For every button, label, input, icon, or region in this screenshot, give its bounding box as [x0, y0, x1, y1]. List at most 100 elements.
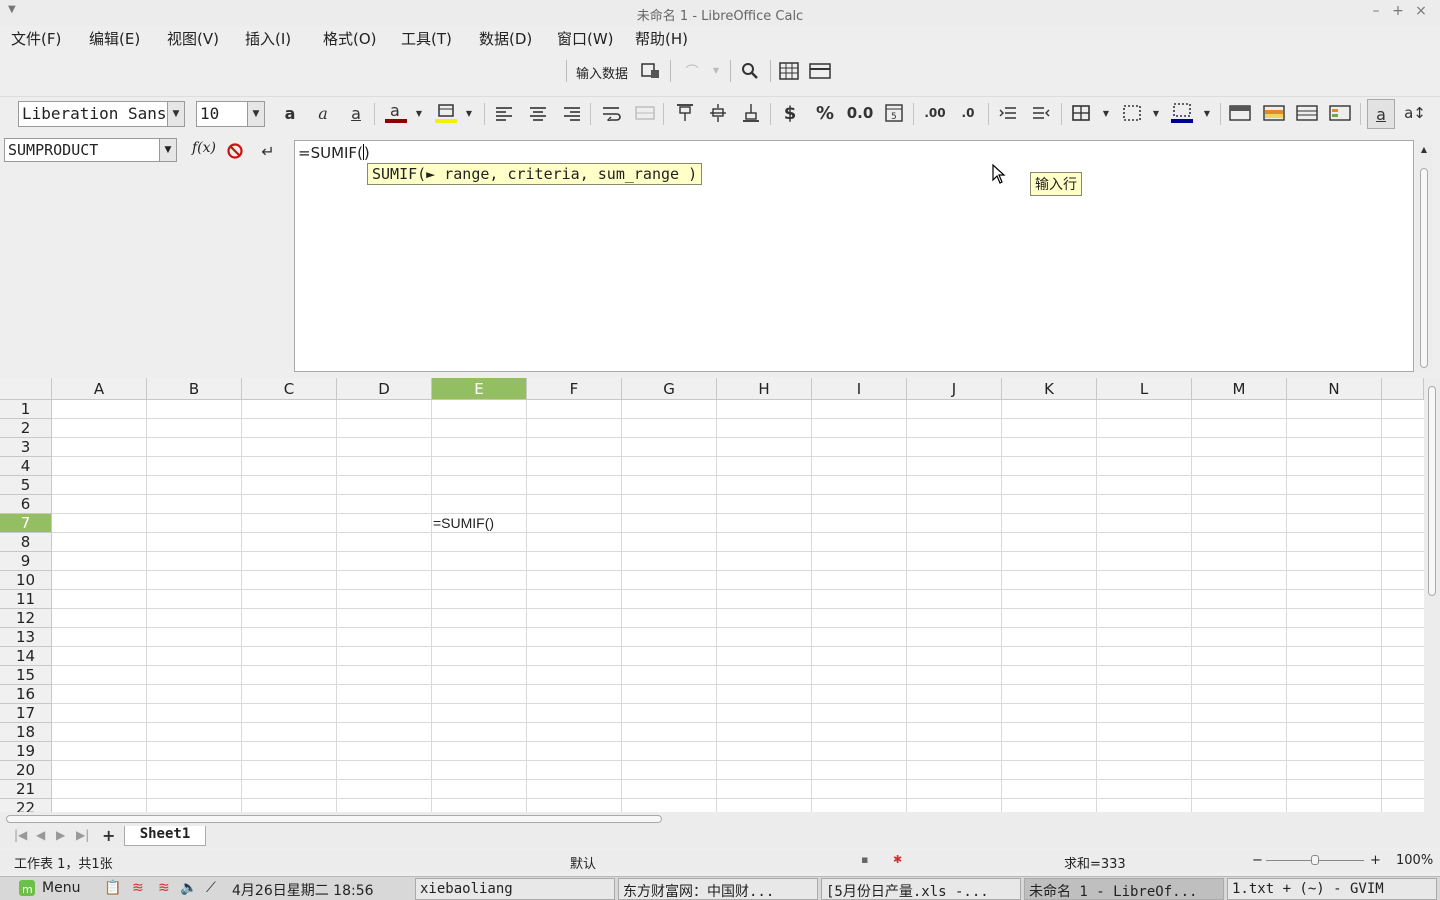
- row-header-22[interactable]: 22: [0, 799, 52, 812]
- font-name-field[interactable]: Liberation Sans: [18, 101, 168, 127]
- app-launcher-icon-2[interactable]: ≋: [158, 880, 170, 896]
- row-header-21[interactable]: 21: [0, 780, 52, 799]
- grid-horizontal-scrollbar[interactable]: [0, 812, 1440, 826]
- maximize-icon[interactable]: +: [1389, 3, 1407, 19]
- row-header-13[interactable]: 13: [0, 628, 52, 647]
- name-box-dropdown-icon[interactable]: ▼: [159, 138, 177, 162]
- search-icon[interactable]: [739, 60, 761, 82]
- align-left-icon[interactable]: [492, 101, 516, 125]
- task-production-xls[interactable]: [5月份日产量.xls -...: [821, 878, 1021, 900]
- row-header-10[interactable]: 10: [0, 571, 52, 590]
- border-color-dropdown-icon[interactable]: ▼: [1200, 101, 1214, 125]
- undo-dropdown-icon[interactable]: ▼: [710, 62, 722, 78]
- select-all-corner[interactable]: [0, 378, 52, 400]
- row-header-12[interactable]: 12: [0, 609, 52, 628]
- wrap-text-icon[interactable]: [600, 101, 624, 125]
- conditional-format-icon[interactable]: [1228, 101, 1252, 125]
- first-sheet-icon[interactable]: |◀: [14, 828, 27, 842]
- increase-indent-icon[interactable]: [996, 101, 1020, 125]
- font-size-dropdown-icon[interactable]: ▼: [247, 101, 265, 127]
- row-header-5[interactable]: 5: [0, 476, 52, 495]
- align-middle-icon[interactable]: [706, 101, 730, 125]
- borders-dropdown-icon[interactable]: ▼: [1099, 101, 1113, 125]
- currency-icon[interactable]: $: [778, 101, 802, 125]
- column-header-i[interactable]: I: [812, 378, 907, 400]
- sum-display[interactable]: 求和=333: [1064, 853, 1126, 872]
- menu-data[interactable]: 数据(D): [479, 28, 532, 49]
- asian-phonetic-icon[interactable]: a: [1367, 99, 1395, 129]
- row-header-1[interactable]: 1: [0, 400, 52, 419]
- highlight-dropdown-icon[interactable]: ▼: [462, 101, 476, 125]
- align-right-icon[interactable]: [560, 101, 584, 125]
- align-top-icon[interactable]: [673, 101, 697, 125]
- task-libreoffice-calc[interactable]: 未命名 1 - LibreOf...: [1024, 878, 1224, 900]
- menu-insert[interactable]: 插入(I): [245, 28, 291, 49]
- spreadsheet-grid[interactable]: A B C D E F G H I J K L M N 1 2 3 4 5 6 7 8 9 10 11 12 13 14 15 16 17 1…: [0, 378, 1440, 812]
- row-header-9[interactable]: 9: [0, 552, 52, 571]
- formula-input[interactable]: =SUMIF() SUMIF(► range, criteria, sum_ra…: [294, 140, 1414, 372]
- zoom-level[interactable]: 100%: [1396, 853, 1433, 868]
- font-color-icon[interactable]: a: [384, 101, 408, 125]
- cell-e7[interactable]: =SUMIF(): [433, 515, 494, 531]
- merge-cells-icon[interactable]: [633, 101, 657, 125]
- menu-format[interactable]: 格式(O): [323, 28, 377, 49]
- volume-icon[interactable]: 🔈: [180, 880, 197, 896]
- bold-icon[interactable]: a: [278, 101, 302, 125]
- files-icon[interactable]: 📋: [104, 880, 121, 896]
- task-gvim[interactable]: 1.txt + (~) - GVIM: [1227, 878, 1437, 900]
- menu-window[interactable]: 窗口(W): [557, 28, 614, 49]
- borders-icon[interactable]: [1069, 101, 1093, 125]
- menu-help[interactable]: 帮助(H): [635, 28, 688, 49]
- add-decimal-icon[interactable]: .00: [922, 101, 948, 125]
- clock[interactable]: 4月26日星期二 18:56: [232, 880, 374, 900]
- menu-file[interactable]: 文件(F): [11, 28, 61, 49]
- zoom-out-icon[interactable]: −: [1252, 853, 1263, 868]
- formula-scrollbar[interactable]: ▲: [1416, 140, 1432, 372]
- italic-icon[interactable]: a: [311, 101, 335, 125]
- font-color-dropdown-icon[interactable]: ▼: [412, 101, 426, 125]
- column-header-l[interactable]: L: [1097, 378, 1192, 400]
- task-eastmoney[interactable]: 东方财富网：中国财...: [618, 878, 818, 900]
- menu-icon[interactable]: m: [18, 879, 36, 900]
- column-header-e[interactable]: E: [432, 378, 527, 400]
- headers-icon[interactable]: [808, 60, 832, 82]
- column-header-m[interactable]: M: [1192, 378, 1287, 400]
- menu-label[interactable]: Menu: [42, 880, 80, 896]
- add-sheet-icon[interactable]: +: [102, 826, 115, 845]
- row-header-20[interactable]: 20: [0, 761, 52, 780]
- row-header-15[interactable]: 15: [0, 666, 52, 685]
- underline-icon[interactable]: a: [344, 101, 368, 125]
- column-header-c[interactable]: C: [242, 378, 337, 400]
- border-color-icon[interactable]: [1170, 101, 1194, 125]
- menu-edit[interactable]: 编辑(E): [89, 28, 140, 49]
- task-xiebaoliang[interactable]: xiebaoliang: [415, 878, 615, 900]
- selection-mode-icon[interactable]: ▪: [861, 853, 868, 866]
- next-sheet-icon[interactable]: ▶: [56, 828, 65, 842]
- icon-set-icon[interactable]: [1328, 101, 1352, 125]
- column-header-a[interactable]: A: [52, 378, 147, 400]
- row-header-19[interactable]: 19: [0, 742, 52, 761]
- last-sheet-icon[interactable]: ▶|: [76, 828, 89, 842]
- zoom-in-icon[interactable]: +: [1370, 853, 1381, 868]
- form-icon[interactable]: [640, 60, 662, 82]
- delete-decimal-icon[interactable]: .0: [955, 101, 981, 125]
- color-scale-icon[interactable]: [1262, 101, 1286, 125]
- decrease-indent-icon[interactable]: [1029, 101, 1053, 125]
- row-header-17[interactable]: 17: [0, 704, 52, 723]
- align-bottom-icon[interactable]: [739, 101, 763, 125]
- row-header-6[interactable]: 6: [0, 495, 52, 514]
- date-format-icon[interactable]: 5: [882, 101, 906, 125]
- menu-view[interactable]: 视图(V): [167, 28, 219, 49]
- row-header-2[interactable]: 2: [0, 419, 52, 438]
- function-wizard-icon[interactable]: f(x): [192, 140, 216, 156]
- grid-scrollbar-thumb[interactable]: [1428, 386, 1436, 596]
- border-style-dropdown-icon[interactable]: ▼: [1149, 101, 1163, 125]
- minimize-icon[interactable]: –: [1367, 3, 1385, 19]
- row-header-8[interactable]: 8: [0, 533, 52, 552]
- scroll-up-icon[interactable]: ▲: [1419, 142, 1429, 156]
- font-name-dropdown-icon[interactable]: ▼: [167, 101, 185, 127]
- column-header-n[interactable]: N: [1287, 378, 1382, 400]
- grid-icon[interactable]: [778, 60, 800, 82]
- column-header-d[interactable]: D: [337, 378, 432, 400]
- row-header-7[interactable]: 7: [0, 514, 52, 533]
